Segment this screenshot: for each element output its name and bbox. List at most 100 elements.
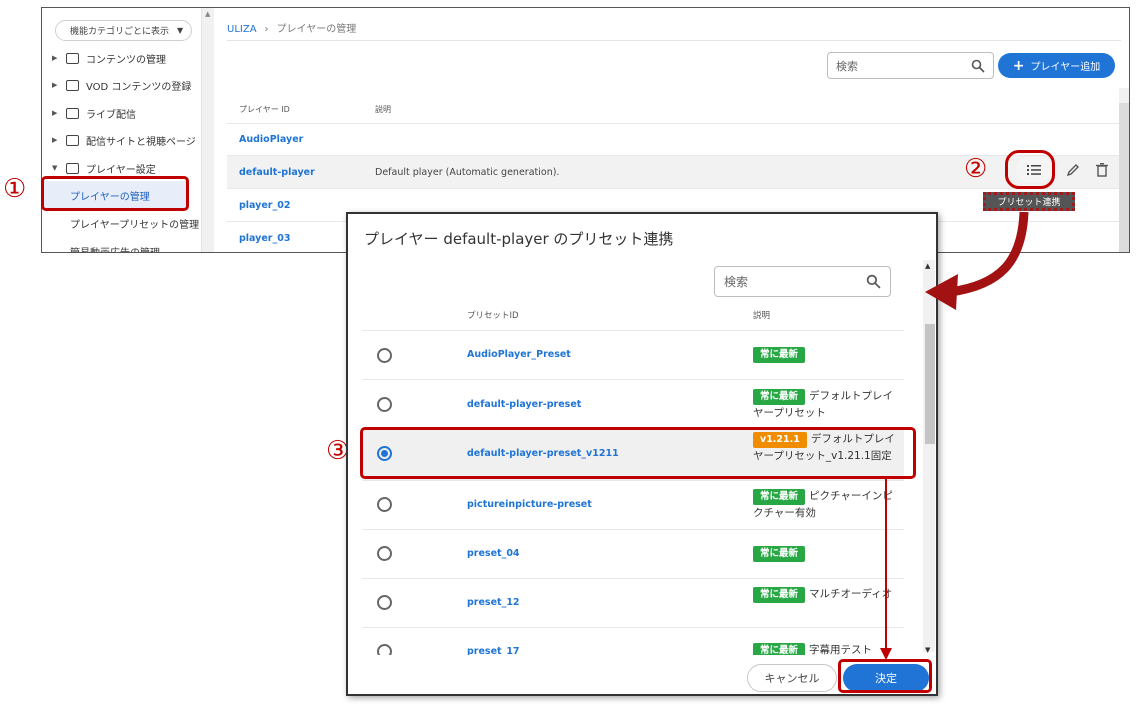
list-item[interactable]: pictureinpicture-preset 常に最新 ピクチャーインピクチャー… [362,480,904,529]
dialog-scrollbar[interactable] [923,260,935,652]
radio-button[interactable] [377,644,392,655]
player-id-link[interactable]: player_03 [239,233,290,244]
search-placeholder: 検索 [724,275,749,289]
chevron-right-icon: ▶ [52,54,58,62]
sidebar-item-vod-register[interactable]: ▶ VOD コンテンツの登録 [52,75,191,95]
sidebar-item-label: VOD コンテンツの登録 [86,81,192,93]
sidebar-sub-label: 簡易動画広告の管理 [70,247,160,253]
camera-icon [66,107,79,119]
preset-id: default-player-preset [467,399,582,410]
add-box-icon [66,79,79,91]
list-item[interactable]: preset_12 常に最新 マルチオーディオ [362,578,904,627]
category-filter-label: 機能カテゴリごとに表示 [70,27,170,37]
breadcrumb-current: プレイヤーの管理 [276,24,357,35]
category-filter-button[interactable]: 機能カテゴリごとに表示 ▼ [55,20,192,41]
dialog-scrollbar-thumb[interactable] [925,324,935,444]
preset-search-input[interactable]: 検索 [714,266,891,297]
preset-id: AudioPlayer_Preset [467,349,571,360]
play-box-icon [66,52,79,64]
callout-1: ① [3,174,27,204]
edit-button[interactable] [1065,162,1081,178]
table-row[interactable]: AudioPlayer [227,123,1121,156]
col-header-player-id: プレイヤー ID [239,105,290,114]
chevron-right-icon: ▶ [52,81,58,89]
preset-desc: 常に最新 デフォルトプレイヤープリセット [753,388,903,421]
radio-button[interactable] [377,397,392,412]
callout-2: ② [964,154,988,184]
add-player-label: プレイヤー追加 [1030,62,1101,73]
col-header-desc: 説明 [375,105,391,114]
highlight-box-player-manage [41,176,189,211]
preset-desc: 常に最新 [753,545,903,562]
status-badge: 常に最新 [753,643,806,655]
sidebar-sub-preset-manage[interactable]: プレイヤープリセットの管理 [44,209,199,237]
sidebar-sub-label: プレイヤープリセットの管理 [70,219,200,231]
player-desc: Default player (Automatic generation). [375,166,560,178]
pencil-icon [1066,164,1079,177]
sidebar-item-sites[interactable]: ▶ 配信サイトと視聴ページ [52,130,196,150]
dialog-title: プレイヤー default-player のプリセット連携 [364,230,674,248]
radio-button[interactable] [377,595,392,610]
preset-desc: 常に最新 字幕用テスト [753,642,903,655]
search-icon [866,274,881,289]
col-header-preset-id: プリセットID [467,311,519,321]
preset-desc: 常に最新 ピクチャーインピクチャー有効 [753,488,903,521]
scroll-down-icon[interactable]: ▼ [925,646,930,654]
sidebar-item-label: 配信サイトと視聴ページ [86,136,196,148]
scroll-up-icon[interactable]: ▲ [925,262,930,270]
player-id-link[interactable]: AudioPlayer [239,134,303,145]
caret-down-icon: ▼ [177,26,184,35]
delete-button[interactable] [1094,162,1110,178]
trash-icon [1096,163,1108,177]
sidebar-item-contents[interactable]: ▶ コンテンツの管理 [52,48,166,68]
status-badge: 常に最新 [753,389,806,405]
plus-icon: + [1012,57,1025,74]
scroll-up-icon: ▲ [205,10,211,18]
sidebar-item-label: コンテンツの管理 [86,54,166,66]
status-badge: 常に最新 [753,489,806,505]
radio-button[interactable] [377,348,392,363]
chevron-right-icon: ▶ [52,136,58,144]
player-search-input[interactable]: 検索 [827,52,994,79]
list-item[interactable]: preset_17 常に最新 字幕用テスト [362,627,904,655]
preset-id: preset_04 [467,548,520,559]
highlight-box-preset-link [1005,150,1055,189]
sidebar-sub-ad-manage[interactable]: 簡易動画広告の管理 [44,237,188,253]
preset-desc-text: 字幕用テスト [809,644,873,655]
list-item[interactable]: default-player-preset 常に最新 デフォルトプレイヤープリセッ… [362,379,904,428]
status-badge: 常に最新 [753,347,806,363]
preset-desc: 常に最新 マルチオーディオ [753,586,903,603]
status-badge: 常に最新 [753,587,806,603]
preset-id: preset_17 [467,646,520,655]
preset-id: preset_12 [467,597,520,608]
window-icon [66,134,79,146]
col-header-desc: 説明 [753,311,771,321]
preset-id: pictureinpicture-preset [467,499,592,510]
radio-button[interactable] [377,546,392,561]
preset-desc-text: マルチオーディオ [809,588,893,600]
radio-button[interactable] [377,497,392,512]
sidebar-scrollbar[interactable]: ▲ [202,8,214,252]
sidebar-item-label: ライブ配信 [86,109,136,121]
player-id-link[interactable]: player_02 [239,200,290,211]
preset-desc: 常に最新 [753,346,903,363]
list-item[interactable]: AudioPlayer_Preset 常に最新 [362,330,904,379]
sidebar-item-player-settings[interactable]: ▼ プレイヤー設定 [52,158,156,178]
sidebar-item-label: プレイヤー設定 [86,164,156,176]
sidebar: 機能カテゴリごとに表示 ▼ ▶ コンテンツの管理 ▶ VOD コンテンツの登録 … [42,8,202,252]
player-id-link[interactable]: default-player [239,167,315,178]
highlight-box-confirm [838,659,932,693]
breadcrumb-root[interactable]: ULIZA [227,24,257,35]
chevron-down-icon: ▼ [52,164,58,172]
cancel-button[interactable]: キャンセル [747,664,837,692]
main-scrollbar-thumb[interactable] [1119,103,1129,252]
highlight-box-selected-preset [360,427,916,479]
list-item[interactable]: preset_04 常に最新 [362,529,904,578]
sidebar-item-live[interactable]: ▶ ライブ配信 [52,103,136,123]
search-icon [971,59,985,73]
preset-link-tooltip: プリセット連携 [983,192,1075,211]
search-placeholder: 検索 [836,59,858,73]
add-player-button[interactable]: + プレイヤー追加 [998,53,1115,78]
preset-list: AudioPlayer_Preset 常に最新 default-player-p… [362,330,904,655]
breadcrumb-separator: › [264,24,269,35]
